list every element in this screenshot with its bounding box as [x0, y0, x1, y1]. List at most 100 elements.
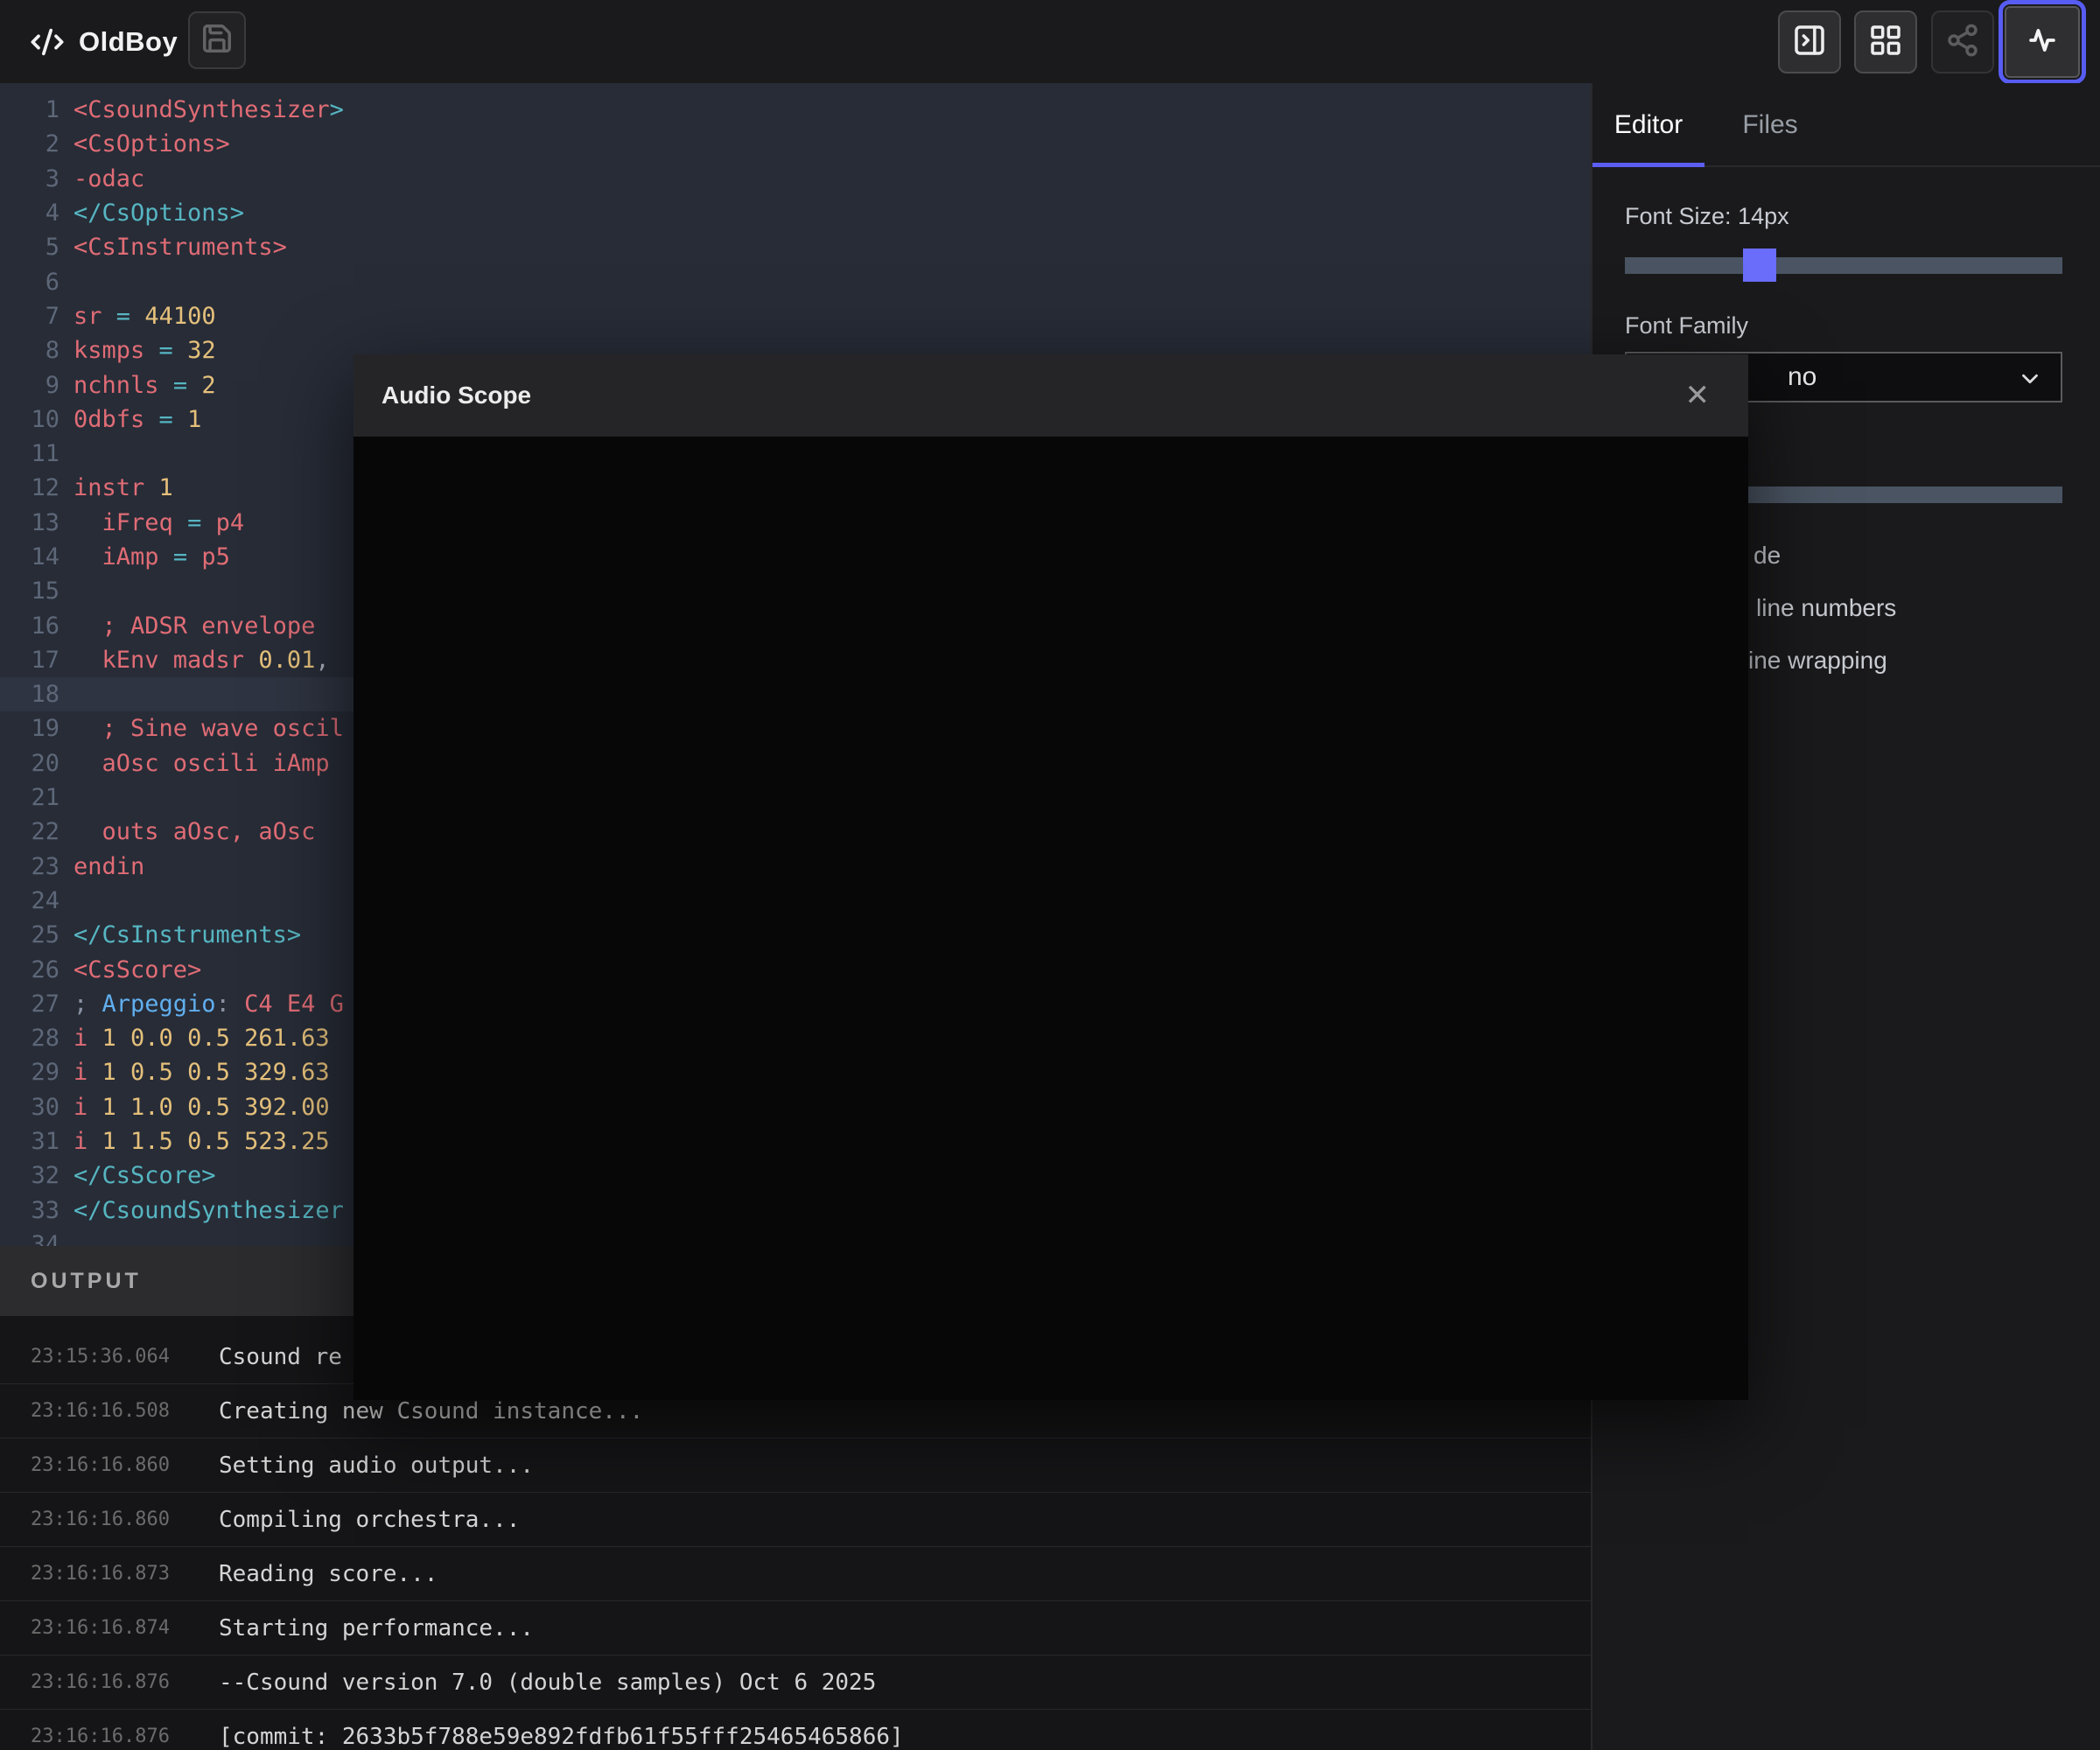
code-line[interactable]: 1<CsoundSynthesizer> [0, 93, 1591, 127]
code-text: i 1 0.5 0.5 329.63 [74, 1059, 330, 1086]
line-number: 22 [0, 818, 74, 845]
line-number: 29 [0, 1059, 74, 1086]
code-text: iFreq = p4 [74, 509, 244, 536]
log-message: Starting performance... [219, 1615, 534, 1642]
code-text: endin [74, 853, 144, 880]
code-text: <CsScore> [74, 956, 201, 984]
code-text: nchnls = 2 [74, 372, 216, 399]
tab-files[interactable]: Files [1731, 83, 1810, 167]
tab-editor[interactable]: Editor [1592, 83, 1704, 167]
app-title: OldBoy [79, 26, 178, 58]
code-text: instr 1 [74, 474, 173, 501]
activity-waveform-icon [2023, 21, 2062, 64]
output-panel-title: OUTPUT [31, 1269, 142, 1294]
toggle-panel-button[interactable] [1778, 10, 1841, 74]
log-message: [commit: 2633b5f788e59e892fdfb61f55fff25… [219, 1724, 904, 1750]
code-line[interactable]: 7sr = 44100 [0, 299, 1591, 333]
share-icon [1945, 23, 1980, 62]
log-row: 23:16:16.860Compiling orchestra... [0, 1493, 1591, 1547]
audio-scope-modal-title: Audio Scope [382, 382, 531, 410]
line-number: 20 [0, 750, 74, 777]
line-number: 28 [0, 1025, 74, 1052]
app-window: OldBoy [0, 0, 2100, 1750]
code-text: </CsScore> [74, 1162, 216, 1189]
line-number: 24 [0, 887, 74, 914]
close-icon[interactable]: ✕ [1685, 381, 1711, 410]
audio-scope-button[interactable] [2005, 6, 2080, 78]
log-timestamp: 23:16:16.876 [0, 1671, 219, 1693]
code-text: ; Arpeggio: C4 E4 G [74, 990, 344, 1018]
line-number: 25 [0, 921, 74, 948]
log-timestamp: 23:16:16.860 [0, 1508, 219, 1530]
line-number: 14 [0, 543, 74, 570]
code-line[interactable]: 2<CsOptions> [0, 127, 1591, 161]
log-message: Reading score... [219, 1561, 438, 1587]
code-line[interactable]: 5<CsInstruments> [0, 230, 1591, 264]
code-text: </CsInstruments> [74, 921, 301, 948]
log-timestamp: 23:16:16.876 [0, 1726, 219, 1747]
option-label-fragment[interactable]: line numbers [1756, 594, 1896, 622]
app-brand: OldBoy [30, 0, 178, 83]
line-number: 15 [0, 578, 74, 605]
code-text: i 1 1.0 0.5 392.00 [74, 1094, 330, 1121]
code-text: <CsInstruments> [74, 234, 287, 261]
share-button[interactable] [1931, 10, 1994, 74]
code-text: <CsoundSynthesizer> [74, 96, 344, 123]
line-number: 9 [0, 372, 74, 399]
line-number: 31 [0, 1128, 74, 1155]
font-size-slider-thumb[interactable] [1743, 248, 1776, 282]
code-line[interactable]: 3-odac [0, 162, 1591, 196]
grid-icon [1868, 23, 1903, 62]
log-row: 23:16:16.876[commit: 2633b5f788e59e892fd… [0, 1710, 1591, 1750]
log-timestamp: 23:16:16.508 [0, 1400, 219, 1422]
code-line[interactable]: 6 [0, 264, 1591, 298]
log-message: Csound re [219, 1344, 342, 1370]
layout-grid-button[interactable] [1854, 10, 1917, 74]
code-text: i 1 1.5 0.5 523.25 [74, 1128, 330, 1155]
audio-scope-modal-header: Audio Scope ✕ [354, 354, 1748, 437]
log-message: Compiling orchestra... [219, 1507, 520, 1533]
line-number: 33 [0, 1197, 74, 1224]
code-text: aOsc oscili iAmp [74, 750, 330, 777]
line-number: 21 [0, 784, 74, 811]
line-number: 23 [0, 853, 74, 880]
log-message: --Csound version 7.0 (double samples) Oc… [219, 1670, 876, 1696]
sidebar-tabs: Editor Files [1592, 83, 2100, 167]
line-number: 11 [0, 440, 74, 467]
chevron-down-icon [2017, 366, 2043, 396]
line-number: 1 [0, 96, 74, 123]
log-row: 23:16:16.876--Csound version 7.0 (double… [0, 1656, 1591, 1710]
log-message: Setting audio output... [219, 1452, 534, 1479]
option-label-fragment[interactable]: de [1754, 542, 1781, 570]
code-line[interactable]: 4</CsOptions> [0, 196, 1591, 230]
code-text: iAmp = p5 [74, 543, 230, 570]
save-button[interactable] [188, 11, 246, 69]
line-number: 2 [0, 130, 74, 158]
log-row: 23:16:16.873Reading score... [0, 1547, 1591, 1601]
log-timestamp: 23:15:36.064 [0, 1346, 219, 1368]
code-text: ; ADSR envelope [74, 612, 315, 640]
font-family-value: no [1788, 362, 1816, 392]
line-number: 27 [0, 990, 74, 1018]
code-text: ; Sine wave oscil [74, 715, 344, 742]
log-row: 23:16:16.874Starting performance... [0, 1601, 1591, 1656]
line-number: 34 [0, 1231, 74, 1246]
font-family-label: Font Family [1625, 312, 1748, 340]
line-number: 10 [0, 406, 74, 433]
save-icon [200, 22, 234, 60]
log-timestamp: 23:16:16.873 [0, 1563, 219, 1585]
line-number: 4 [0, 200, 74, 227]
line-number: 18 [0, 681, 74, 708]
line-number: 19 [0, 715, 74, 742]
line-number: 3 [0, 165, 74, 192]
option-label-fragment[interactable]: ine wrapping [1748, 647, 1887, 675]
log-timestamp: 23:16:16.874 [0, 1617, 219, 1639]
audio-scope-modal: Audio Scope ✕ [354, 354, 1748, 1400]
code-text: ksmps = 32 [74, 337, 216, 364]
font-size-slider[interactable] [1625, 257, 2062, 274]
line-number: 7 [0, 303, 74, 330]
line-number: 12 [0, 474, 74, 501]
log-message: Creating new Csound instance... [219, 1398, 643, 1424]
line-number: 30 [0, 1094, 74, 1121]
panel-right-icon [1792, 23, 1827, 62]
